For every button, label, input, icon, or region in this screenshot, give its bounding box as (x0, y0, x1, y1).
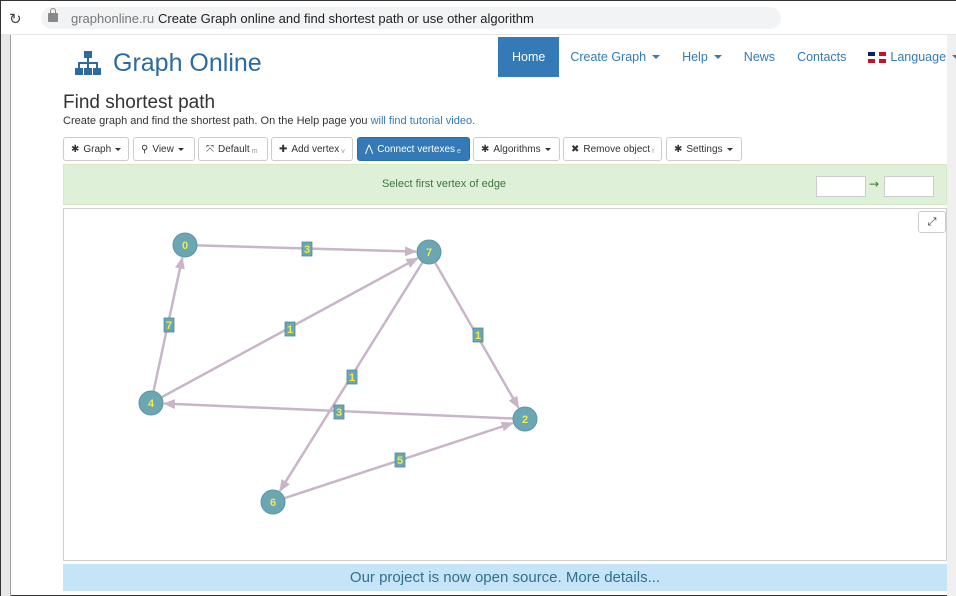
edge-target-input[interactable] (884, 176, 934, 197)
url-page-title: Create Graph online and find shortest pa… (158, 11, 534, 26)
remove-object-hotkey: r (652, 147, 655, 155)
vertex-6[interactable]: 6 (260, 489, 286, 515)
vertex-4[interactable]: 4 (138, 390, 164, 416)
algorithms-menu-button[interactable]: ✱ Algorithms (473, 137, 560, 161)
connect-vertexes-label: Connect vertexes (377, 143, 456, 155)
edge-weight-2-4[interactable]: 3 (333, 404, 345, 420)
site-logo[interactable]: Graph Online (75, 45, 262, 81)
edge-weight-0-7[interactable]: 3 (301, 241, 313, 257)
nav-create-graph[interactable]: Create Graph (559, 37, 671, 77)
view-menu-label: View (152, 143, 174, 155)
right-margin (947, 35, 956, 596)
svg-text:6: 6 (270, 497, 276, 509)
gear-icon: ✱ (71, 143, 80, 155)
nav-create-graph-label: Create Graph (570, 50, 647, 64)
caret-down-icon (713, 55, 722, 59)
vertex-2[interactable]: 2 (512, 406, 538, 432)
edge-weight-4-7[interactable]: 1 (284, 321, 296, 337)
settings-label: Settings (686, 143, 723, 155)
open-source-banner[interactable]: Our project is now open source. More det… (63, 564, 947, 591)
nav-news-label: News (743, 50, 776, 64)
fullscreen-button[interactable]: ⤢ (918, 211, 946, 233)
nav-help-label: Help (682, 50, 708, 64)
gear-icon: ✱ (674, 143, 683, 155)
status-alert: Select first vertex of edge → (63, 164, 947, 205)
edge-source-input[interactable] (816, 176, 866, 197)
address-bar: ↻ graphonline.ru Create Graph online and… (1, 1, 956, 35)
default-label: Default (218, 143, 250, 155)
caret-down-icon (952, 55, 956, 59)
svg-text:2: 2 (522, 414, 528, 426)
graph-drawing[interactable]: 37 1 113507426 (64, 209, 946, 560)
vertex-7[interactable]: 7 (416, 239, 442, 265)
expand-icon: ⤧ (206, 143, 214, 155)
edge-weight-4-0[interactable]: 7 (163, 317, 175, 333)
view-menu-button[interactable]: ⚲ View (133, 137, 195, 161)
add-vertex-button[interactable]: ✚ Add vertex v (271, 137, 353, 161)
svg-text:1: 1 (287, 324, 293, 336)
svg-text:5: 5 (397, 455, 403, 467)
graph-canvas[interactable]: 371113507426 ⤢ (63, 208, 947, 561)
page-subtitle: Create graph and find the shortest path.… (63, 115, 475, 127)
connect-icon: ⋀ (365, 143, 374, 155)
url-domain[interactable]: graphonline.ru (71, 11, 154, 26)
browser-window: ↻ graphonline.ru Create Graph online and… (0, 0, 956, 596)
page-title: Find shortest path (63, 92, 216, 113)
gear-icon: ✱ (481, 143, 490, 155)
sitemap-icon (75, 51, 101, 75)
zoom-icon: ⚲ (141, 143, 149, 155)
arrow-right-icon: → (869, 177, 880, 191)
connect-vertexes-hotkey: e (457, 147, 461, 155)
open-source-link[interactable]: Our project is now open source. More det… (350, 569, 660, 586)
remove-object-button[interactable]: ✖ Remove object r (563, 137, 662, 161)
svg-text:3: 3 (336, 407, 342, 419)
nav-language-label: Language (890, 50, 947, 64)
alert-message: Select first vertex of edge (381, 178, 507, 190)
main-nav: Home Create Graph Help News Contacts Lan… (498, 37, 956, 77)
svg-text:3: 3 (304, 244, 310, 256)
default-button[interactable]: ⤧ Default m (198, 137, 268, 161)
subtitle-text: Create graph and find the shortest path.… (63, 115, 371, 127)
add-vertex-label: Add vertex (291, 143, 340, 155)
edge-weight-7-2[interactable]: 1 (472, 327, 484, 343)
svg-text:4: 4 (148, 398, 155, 410)
nav-contacts[interactable]: Contacts (786, 37, 857, 77)
caret-down-icon (115, 147, 122, 151)
expand-arrows-icon: ⤢ (927, 215, 937, 228)
lock-icon[interactable] (48, 8, 58, 22)
svg-text:7: 7 (426, 247, 432, 259)
default-hotkey: m (251, 147, 258, 155)
nav-language[interactable]: Language (857, 37, 956, 77)
caret-down-icon (726, 147, 733, 151)
graph-menu-label: Graph (83, 143, 112, 155)
left-margin (1, 35, 11, 596)
plus-icon: ✚ (279, 143, 288, 155)
algorithms-label: Algorithms (493, 143, 541, 155)
edge-weight-7-6[interactable]: 1 (346, 369, 358, 385)
add-vertex-hotkey: v (341, 147, 345, 155)
uk-flag-icon (868, 51, 887, 63)
nav-home[interactable]: Home (498, 37, 560, 77)
caret-down-icon (544, 147, 551, 151)
svg-text:1: 1 (349, 372, 355, 384)
nav-contacts-label: Contacts (797, 50, 847, 64)
svg-text:0: 0 (182, 240, 188, 252)
reload-icon[interactable]: ↻ (9, 10, 22, 28)
tutorial-link[interactable]: will find tutorial video. (371, 115, 476, 127)
edge-weight-6-2[interactable]: 5 (394, 452, 406, 468)
remove-object-label: Remove object (583, 143, 651, 155)
nav-home-label: Home (512, 50, 546, 64)
caret-down-icon (177, 147, 184, 151)
caret-down-icon (652, 55, 661, 59)
connect-vertexes-button[interactable]: ⋀ Connect vertexes e (357, 137, 470, 161)
svg-text:1: 1 (475, 330, 481, 342)
settings-menu-button[interactable]: ✱ Settings (666, 137, 742, 161)
svg-text:7: 7 (166, 320, 172, 332)
nav-news[interactable]: News (733, 37, 786, 77)
nav-help[interactable]: Help (671, 37, 733, 77)
vertex-0[interactable]: 0 (172, 232, 198, 258)
close-icon: ✖ (571, 143, 580, 155)
logo-text: Graph Online (113, 48, 262, 77)
graph-menu-button[interactable]: ✱ Graph (63, 137, 129, 161)
